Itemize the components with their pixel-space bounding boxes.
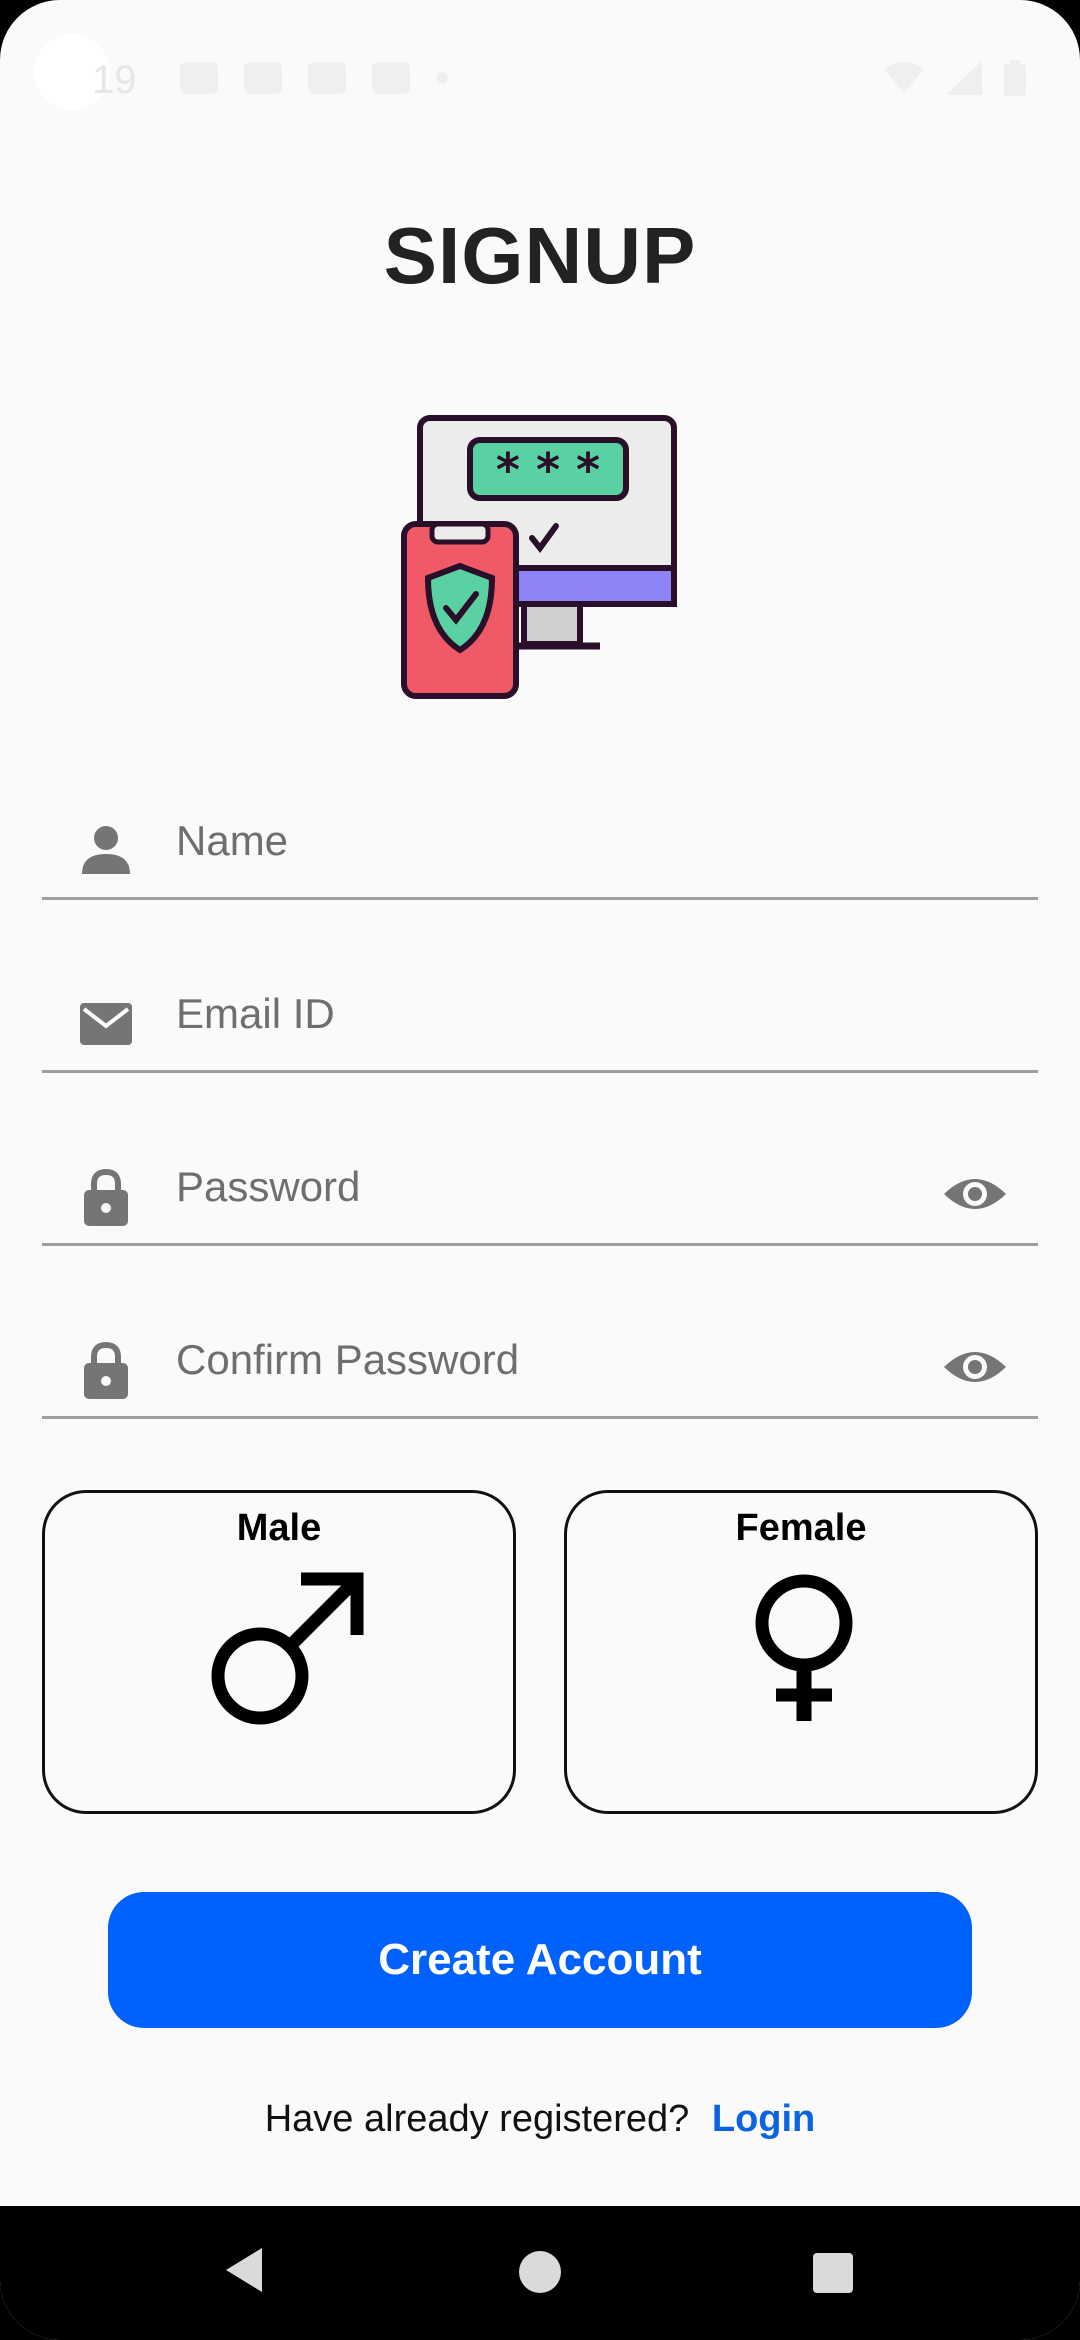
male-option[interactable]: Male <box>42 1490 516 1814</box>
signup-screen: 19 SIGNUP * * * Name Email ID Male Femal… <box>0 0 1080 2340</box>
email-field <box>42 953 1038 1073</box>
sim-card-icon <box>372 62 410 94</box>
security-illustration: * * * <box>401 415 677 699</box>
status-bar: 19 <box>0 0 1080 160</box>
battery-icon <box>1004 60 1026 96</box>
confirm-password-field <box>42 1299 1038 1419</box>
female-label: Female <box>735 1507 867 1549</box>
more-notifications-icon <box>436 72 448 84</box>
password-input[interactable] <box>174 1152 934 1222</box>
female-option[interactable]: Female <box>564 1490 1038 1814</box>
mail-icon <box>80 1003 132 1045</box>
login-row: Have already registered? Login <box>0 2098 1080 2141</box>
male-symbol-icon <box>211 1572 364 1725</box>
navigation-bar <box>0 2206 1080 2340</box>
signal-icon <box>946 61 982 95</box>
svg-text:* * *: * * * <box>496 443 600 497</box>
login-prompt: Have already registered? <box>264 2098 690 2140</box>
system-icons <box>884 60 1026 96</box>
gmail-icon <box>180 62 218 94</box>
password-field <box>42 1126 1038 1246</box>
back-icon[interactable] <box>222 2246 266 2294</box>
notification-icons <box>180 62 448 94</box>
person-icon <box>82 826 130 874</box>
male-label: Male <box>236 1507 322 1549</box>
name-field <box>42 780 1038 900</box>
confirm-password-input[interactable] <box>174 1325 934 1395</box>
status-time: 19 <box>92 58 137 102</box>
female-symbol-icon <box>755 1574 853 1721</box>
lock-icon <box>84 1168 128 1226</box>
lock-icon <box>84 1341 128 1399</box>
eye-icon[interactable] <box>942 1345 1008 1389</box>
page-title: SIGNUP <box>383 211 697 300</box>
login-link[interactable]: Login <box>712 2098 815 2140</box>
eye-icon[interactable] <box>942 1172 1008 1216</box>
email-input[interactable] <box>174 979 934 1049</box>
globe-icon <box>308 62 346 94</box>
globe-icon <box>244 62 282 94</box>
create-account-button[interactable]: Create Account <box>108 1892 972 2028</box>
name-input[interactable] <box>174 806 934 876</box>
recents-icon[interactable] <box>812 2252 854 2294</box>
home-icon[interactable] <box>518 2250 562 2294</box>
wifi-icon <box>884 62 924 93</box>
